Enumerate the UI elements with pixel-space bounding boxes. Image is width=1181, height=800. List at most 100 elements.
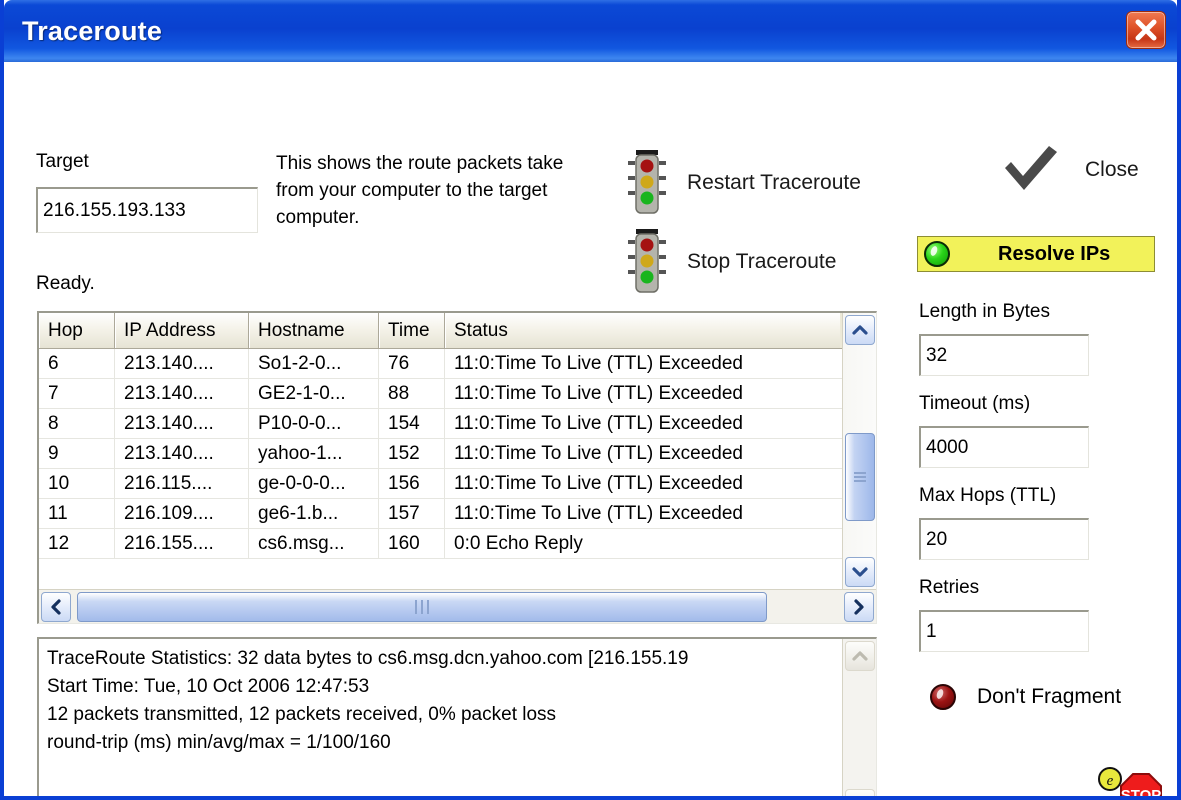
svg-text:e: e <box>1107 773 1114 789</box>
dont-fragment-toggle[interactable]: Don't Fragment <box>924 684 1121 710</box>
retries-label: Retries <box>919 577 980 598</box>
svg-text:STOP: STOP <box>1121 787 1162 800</box>
chevron-up-icon <box>852 651 868 661</box>
column-header-hostname[interactable]: Hostname <box>249 313 379 349</box>
length-in-bytes-label: Length in Bytes <box>919 301 1050 322</box>
max-hops-input[interactable]: 20 <box>919 518 1089 560</box>
cell-hop: 11 <box>39 499 115 529</box>
scroll-right-button[interactable] <box>844 592 874 622</box>
chevron-up-icon <box>852 325 868 335</box>
retries-input[interactable]: 1 <box>919 610 1089 652</box>
scroll-up-button[interactable] <box>845 315 875 345</box>
cell-host: P10-0-0... <box>249 409 379 439</box>
chevron-right-icon <box>854 599 864 615</box>
checkmark-icon <box>1005 146 1057 190</box>
max-hops-label: Max Hops (TTL) <box>919 485 1057 506</box>
cell-status: 11:0:Time To Live (TTL) Exceeded <box>454 383 743 404</box>
title-bar: Traceroute <box>4 0 1177 62</box>
column-header-time[interactable]: Time <box>379 313 445 349</box>
cell-ip: 213.140.... <box>115 349 249 379</box>
statistics-line: Start Time: Tue, 10 Oct 2006 12:47:53 <box>47 676 370 697</box>
timeout-input[interactable]: 4000 <box>919 426 1089 468</box>
cell-status: 11:0:Time To Live (TTL) Exceeded <box>454 503 743 524</box>
resolve-ips-toggle[interactable]: Resolve IPs <box>917 236 1155 272</box>
cell-ip: 213.140.... <box>115 439 249 469</box>
cell-hop: 10 <box>39 469 115 499</box>
cell-host: So1-2-0... <box>249 349 379 379</box>
stop-traceroute-label: Stop Traceroute <box>687 250 837 273</box>
table-row[interactable]: 10 216.115.... ge-0-0-0... 156 11:0:Time To … <box>39 469 876 499</box>
client-area: Target 216.155.193.133 This shows the ro… <box>4 62 1177 796</box>
cell-hop: 12 <box>39 529 115 559</box>
restart-traceroute-label: Restart Traceroute <box>687 171 861 194</box>
table-header-row: Hop IP Address Hostname Time Status <box>39 313 876 349</box>
cell-time: 152 <box>379 439 445 469</box>
red-led-icon <box>930 684 956 710</box>
chevron-left-icon <box>51 599 61 615</box>
column-header-status[interactable]: Status <box>445 313 840 349</box>
table-row[interactable]: 6 213.140.... So1-2-0... 76 11:0:Time To Liv… <box>39 349 876 379</box>
table-vertical-scrollbar[interactable] <box>842 313 876 589</box>
table-row[interactable]: 7 213.140.... GE2-1-0... 88 11:0:Time To Liv… <box>39 379 876 409</box>
table-body: 6 213.140.... So1-2-0... 76 11:0:Time To Liv… <box>39 349 876 623</box>
timeout-label: Timeout (ms) <box>919 393 1031 414</box>
cell-ip: 216.155.... <box>115 529 249 559</box>
cell-time: 154 <box>379 409 445 439</box>
chevron-down-icon <box>852 567 868 577</box>
cell-time: 157 <box>379 499 445 529</box>
cell-ip: 216.115.... <box>115 469 249 499</box>
traceroute-window: Traceroute Target 216.155.193.133 This s… <box>0 0 1181 800</box>
cell-status: 11:0:Time To Live (TTL) Exceeded <box>454 443 743 464</box>
stop-sign-icon: e STOP <box>1098 767 1162 800</box>
scroll-down-button[interactable] <box>845 557 875 587</box>
stop-traceroute-button[interactable]: Stop Traceroute <box>626 227 836 297</box>
status-label: Ready. <box>36 273 95 294</box>
length-in-bytes-input[interactable]: 32 <box>919 334 1089 376</box>
stats-scroll-down-button[interactable] <box>845 789 875 796</box>
scroll-grip-icon <box>854 470 866 484</box>
table-row[interactable]: 8 213.140.... P10-0-0... 154 11:0:Time To Li… <box>39 409 876 439</box>
cell-hop: 9 <box>39 439 115 469</box>
cell-time: 88 <box>379 379 445 409</box>
restart-traceroute-button[interactable]: Restart Traceroute <box>626 148 861 218</box>
statistics-text: TraceRoute Statistics: 32 data bytes to … <box>47 645 836 757</box>
traffic-light-icon <box>628 229 666 293</box>
traffic-light-icon <box>628 150 666 214</box>
scroll-thumb[interactable] <box>845 433 875 521</box>
statistics-line: round-trip (ms) min/avg/max = 1/100/160 <box>47 732 391 753</box>
cell-status: 0:0 Echo Reply <box>454 533 583 554</box>
hscroll-thumb[interactable] <box>77 592 767 622</box>
stats-scroll-up-button[interactable] <box>845 641 875 671</box>
cell-time: 160 <box>379 529 445 559</box>
close-action-button[interactable]: Close <box>999 144 1139 196</box>
cell-ip: 213.140.... <box>115 409 249 439</box>
traceroute-results-table: Hop IP Address Hostname Time Status 6 213… <box>37 311 877 624</box>
close-x-icon <box>1135 19 1157 41</box>
target-input[interactable]: 216.155.193.133 <box>36 187 258 233</box>
window-title: Traceroute <box>22 15 163 46</box>
cell-hop: 7 <box>39 379 115 409</box>
cell-time: 76 <box>379 349 445 379</box>
statistics-line: TraceRoute Statistics: 32 data bytes to … <box>47 648 689 669</box>
cell-hop: 6 <box>39 349 115 379</box>
table-horizontal-scrollbar[interactable] <box>39 589 876 623</box>
window-close-button[interactable] <box>1126 11 1166 49</box>
description-text: This shows the route packets take from y… <box>276 153 564 228</box>
cell-host: ge6-1.b... <box>249 499 379 529</box>
statistics-line: 12 packets transmitted, 12 packets recei… <box>47 704 557 725</box>
table-row[interactable]: 11 216.109.... ge6-1.b... 157 11:0:Time To L… <box>39 499 876 529</box>
statistics-vertical-scrollbar[interactable] <box>842 639 876 796</box>
table-row[interactable]: 12 216.155.... cs6.msg... 160 0:0 Echo Reply <box>39 529 876 559</box>
scroll-grip-icon <box>413 600 431 614</box>
cell-status: 11:0:Time To Live (TTL) Exceeded <box>454 353 743 374</box>
cell-ip: 213.140.... <box>115 379 249 409</box>
column-header-ip[interactable]: IP Address <box>115 313 249 349</box>
cell-hop: 8 <box>39 409 115 439</box>
resolve-ips-label: Resolve IPs <box>998 242 1111 265</box>
cell-host: yahoo-1... <box>249 439 379 469</box>
dont-fragment-label: Don't Fragment <box>977 685 1122 708</box>
column-header-hop[interactable]: Hop <box>39 313 115 349</box>
scroll-left-button[interactable] <box>41 592 71 622</box>
table-row[interactable]: 9 213.140.... yahoo-1... 152 11:0:Time To Li… <box>39 439 876 469</box>
close-action-label: Close <box>1085 158 1139 181</box>
